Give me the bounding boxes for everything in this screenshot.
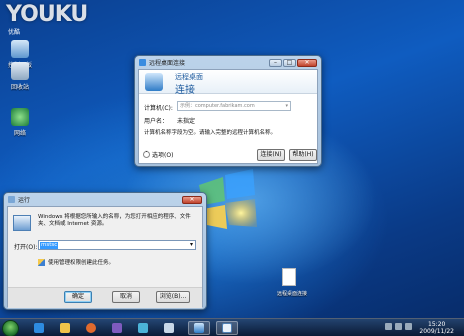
rdp-hint: 计算机名称字段为空。请输入完整的远程计算机名称。: [144, 130, 277, 136]
admin-note-row: 使用管理权限创建此任务。: [38, 258, 114, 266]
rdp-icon: [194, 323, 204, 333]
clock-time: 15:20: [428, 321, 446, 328]
close-button[interactable]: ✕: [182, 195, 202, 204]
run-client: Windows 将根据您所输入的名称，为您打开相应的程序、文件夹、文档或 Int…: [7, 206, 203, 308]
rdp-title: 远程桌面连接: [149, 60, 186, 67]
ok-button[interactable]: 确定: [64, 291, 92, 303]
rdp-window[interactable]: 远程桌面连接 – □ ✕ 远程桌面 连接 计算机(C): 示例：computer…: [134, 55, 322, 167]
volume-icon[interactable]: [405, 323, 412, 330]
minimize-button[interactable]: –: [269, 58, 282, 67]
youku-watermark-sub: 优酷: [8, 29, 21, 36]
maximize-button[interactable]: □: [283, 58, 296, 67]
open-input[interactable]: mstsc ▾: [38, 240, 196, 250]
run-title: 运行: [18, 197, 31, 204]
rdp-titlebar[interactable]: 远程桌面连接 – □ ✕: [135, 56, 321, 69]
folder-icon: [60, 323, 70, 333]
clock[interactable]: 15:20 2009/11/22: [419, 321, 454, 335]
chevron-down-icon[interactable]: ▾: [285, 102, 288, 110]
windows-logo-wallpaper: [199, 169, 257, 229]
desktop-file-icon[interactable]: [282, 268, 296, 286]
computer-field[interactable]: 示例：computer.fabrikam.com ▾: [177, 101, 291, 111]
taskbar-ie[interactable]: [28, 321, 50, 335]
taskbar: 15:20 2009/11/22: [0, 318, 464, 336]
clock-date: 2009/11/22: [419, 328, 454, 335]
browse-button[interactable]: 浏览(B)...: [156, 291, 190, 303]
user-label: 用户名：: [144, 118, 169, 125]
expand-icon: ˅: [143, 151, 150, 158]
run-description: Windows 将根据您所输入的名称，为您打开相应的程序、文件夹、文档或 Int…: [38, 214, 191, 227]
youku-watermark: YOUKU: [6, 2, 88, 27]
system-tray: [385, 323, 412, 330]
taskbar-app3[interactable]: [158, 321, 180, 335]
tray-icon[interactable]: [385, 323, 392, 330]
rdp-header-band: 远程桌面 连接: [139, 70, 317, 96]
start-button[interactable]: [2, 320, 19, 336]
desktop-icon-network[interactable]: 网络: [4, 108, 36, 137]
media-player-icon: [86, 323, 96, 333]
recycle-bin-icon: [11, 62, 29, 80]
computer-placeholder: 示例：computer.fabrikam.com: [180, 103, 255, 109]
run-app-icon: [13, 215, 31, 231]
rdp-client: 远程桌面 连接 计算机(C): 示例：computer.fabrikam.com…: [138, 69, 318, 164]
user-value: 未指定: [177, 118, 196, 125]
shield-icon: [38, 258, 45, 266]
run-titlebar[interactable]: 运行 ✕: [4, 193, 206, 206]
admin-note: 使用管理权限创建此任务。: [48, 260, 115, 266]
rdp-monitor-icon: [145, 73, 163, 91]
taskbar-app2[interactable]: [132, 321, 154, 335]
control-panel-icon: [11, 40, 29, 58]
app-icon: [112, 323, 122, 333]
network-icon: [11, 108, 29, 126]
run-title-icon: [8, 196, 15, 203]
computer-label: 计算机(C):: [144, 105, 173, 112]
close-button[interactable]: ✕: [297, 58, 317, 67]
options-toggle[interactable]: ˅ 选项(O): [143, 150, 173, 159]
rdp-title-icon: [139, 59, 146, 66]
taskbar-rdp[interactable]: [188, 321, 210, 335]
taskbar-media[interactable]: [80, 321, 102, 335]
open-label: 打开(O):: [14, 244, 38, 251]
run-window[interactable]: 运行 ✕ Windows 将根据您所输入的名称，为您打开相应的程序、文件夹、文档…: [3, 192, 207, 310]
taskbar-run[interactable]: [216, 321, 238, 335]
help-button[interactable]: 帮助(H): [289, 149, 317, 161]
options-label: 选项(O): [152, 152, 174, 159]
desktop-icon-label: 回收站: [10, 84, 29, 91]
open-input-value: mstsc: [40, 242, 59, 249]
app-icon: [138, 323, 148, 333]
run-icon: [222, 323, 232, 333]
connect-button[interactable]: 连接(N): [257, 149, 285, 161]
taskbar-explorer[interactable]: [54, 321, 76, 335]
desktop-icon-label: 网络: [13, 130, 26, 137]
desktop-icon-recycle-bin[interactable]: 回收站: [4, 62, 36, 91]
chevron-down-icon[interactable]: ▾: [190, 241, 193, 248]
network-tray-icon[interactable]: [395, 323, 402, 330]
ie-icon: [34, 323, 44, 333]
app-icon: [164, 323, 174, 333]
taskbar-app[interactable]: [106, 321, 128, 335]
desktop-file-label: 远程桌面连接: [276, 291, 307, 297]
cancel-button[interactable]: 取消: [112, 291, 140, 303]
rdp-header-line2: 连接: [175, 85, 195, 96]
